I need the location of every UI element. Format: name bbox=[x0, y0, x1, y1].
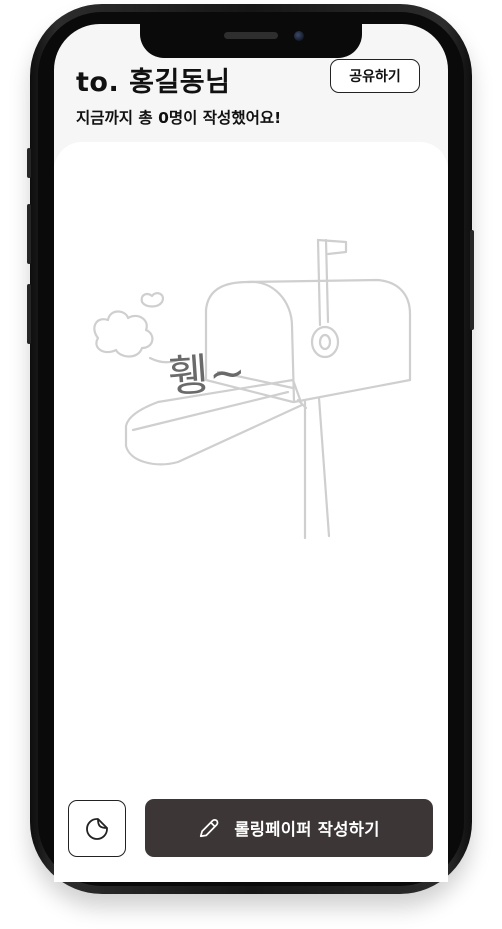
write-button-label: 롤링페이퍼 작성하기 bbox=[234, 820, 380, 839]
write-rolling-paper-button[interactable]: 롤링페이퍼 작성하기 bbox=[145, 799, 433, 857]
sticker-button[interactable] bbox=[68, 800, 126, 857]
pencil-icon bbox=[200, 818, 219, 838]
earpiece-speaker bbox=[224, 32, 278, 39]
share-button[interactable]: 공유하기 bbox=[330, 59, 420, 93]
sticker-icon bbox=[86, 817, 108, 840]
power-button bbox=[470, 230, 474, 330]
volume-up-button bbox=[27, 204, 31, 264]
empty-mailbox-illustration: 휑~ bbox=[93, 238, 412, 540]
page-title: to. 홍길동님 bbox=[76, 67, 231, 98]
volume-down-button bbox=[27, 284, 31, 344]
notch bbox=[140, 24, 362, 58]
writer-count-text: 지금까지 총 0명이 작성했어요! bbox=[76, 109, 282, 127]
front-camera bbox=[294, 31, 304, 41]
handwriting-text: 휑~ bbox=[167, 347, 248, 403]
silent-switch bbox=[27, 148, 31, 178]
